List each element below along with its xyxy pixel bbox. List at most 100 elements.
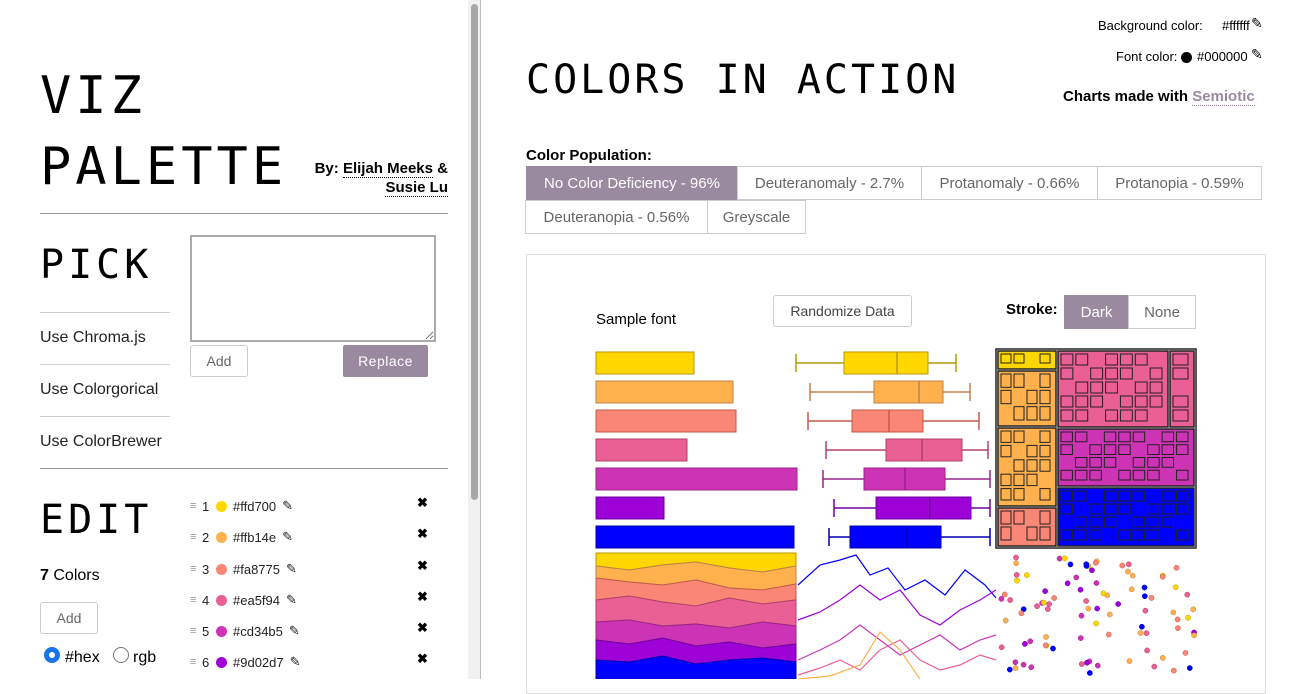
scatter-point <box>1190 606 1197 613</box>
scatter-point <box>1092 559 1099 566</box>
scatter-point <box>1129 572 1136 579</box>
scatter-point <box>1018 610 1025 617</box>
scatter-point <box>1042 588 1048 594</box>
scatter-point <box>998 644 1005 651</box>
scatter-point <box>1144 647 1150 654</box>
boxplot-box <box>875 496 972 520</box>
scatter-point <box>1067 561 1074 568</box>
scatter-point <box>1013 560 1020 567</box>
line-series <box>797 631 921 679</box>
scatter-point <box>1012 659 1019 666</box>
scatter-point <box>1191 632 1197 639</box>
scatter-point <box>1078 612 1085 619</box>
scatter-point <box>1115 601 1122 607</box>
bar <box>595 351 695 375</box>
scatter-point <box>1093 620 1099 627</box>
boxplot-box <box>851 409 924 433</box>
scatter-point <box>1044 606 1051 612</box>
scatter-point <box>1105 631 1112 638</box>
scatter-point <box>1077 586 1084 593</box>
treemap-cell <box>1057 350 1169 428</box>
bar <box>595 496 665 520</box>
scatter-point <box>1106 611 1113 618</box>
scatter-point <box>1042 642 1049 649</box>
scatter-point <box>1043 634 1049 640</box>
scatter-point <box>1064 580 1071 587</box>
scatter-point <box>1126 561 1132 568</box>
scatter-point <box>1013 554 1019 561</box>
scatter-point <box>1137 630 1144 636</box>
boxplot-box <box>885 438 963 462</box>
scatter-point <box>1148 595 1155 601</box>
scatter-point <box>1174 616 1181 623</box>
scatter-point <box>1142 607 1149 614</box>
scatter-point <box>1083 561 1090 568</box>
scatter-point <box>1050 645 1056 652</box>
scatter-point <box>1094 605 1101 612</box>
scatter-point <box>1028 664 1035 671</box>
scatter-point <box>1006 666 1013 673</box>
scatter-point <box>1170 667 1177 674</box>
scatter-point <box>1013 572 1020 578</box>
scatter-point <box>1184 591 1191 598</box>
scatter-point <box>1119 562 1126 569</box>
scatter-point <box>1125 568 1131 575</box>
bar <box>595 380 734 404</box>
scatter-point <box>1093 580 1100 586</box>
scatter-point <box>1073 574 1080 581</box>
scatter-point <box>1173 564 1180 571</box>
line-series <box>797 624 997 661</box>
scatter-point <box>1020 661 1027 668</box>
scatter-point <box>1001 591 1008 598</box>
scatter-point <box>1182 650 1189 656</box>
scatter-point <box>1175 625 1181 631</box>
scatter-point <box>1128 586 1135 593</box>
scatter-point <box>998 596 1005 602</box>
scatter-point <box>1089 567 1095 574</box>
line-series <box>797 639 997 676</box>
scatter-point <box>1078 661 1085 667</box>
scatter-point <box>1012 665 1019 671</box>
scatter-point <box>1186 665 1193 671</box>
scatter-point <box>1159 655 1166 661</box>
scatter-point <box>1034 603 1040 609</box>
scatter-point <box>1002 617 1009 624</box>
scatter-point <box>1087 670 1093 676</box>
scatter-point <box>1100 590 1107 597</box>
treemap-cell <box>1169 350 1195 428</box>
scatter-point <box>1040 599 1047 606</box>
scatter-point <box>1014 577 1020 584</box>
scatter-point <box>1084 659 1090 666</box>
scatter-point <box>1083 598 1089 604</box>
scatter-point <box>1151 663 1158 670</box>
scatter-point <box>1094 662 1101 669</box>
demo-charts <box>595 348 1197 679</box>
bar <box>595 409 737 433</box>
scatter-point <box>1139 623 1145 630</box>
scatter-point <box>1027 638 1034 645</box>
scatter-point <box>1141 584 1148 591</box>
scatter-point <box>1159 573 1166 580</box>
scatter-point <box>1061 555 1068 562</box>
line-series <box>797 584 997 626</box>
scatter-point <box>1085 605 1092 612</box>
scatter-point <box>1126 658 1133 664</box>
bar <box>595 438 688 462</box>
scatter-point <box>1046 601 1052 607</box>
scatter-point <box>1077 635 1084 641</box>
scatter-point <box>1143 630 1150 636</box>
boxplot-box <box>849 525 942 549</box>
bar <box>595 525 795 549</box>
scatter-point <box>1007 597 1013 603</box>
scatter-point <box>1172 584 1179 591</box>
scatter-point <box>1023 572 1030 578</box>
scatter-point <box>1022 641 1028 647</box>
boxplot-box <box>843 351 929 375</box>
scatter-point <box>1141 593 1148 600</box>
scatter-point <box>1051 595 1057 601</box>
bar <box>595 467 798 491</box>
scatter-point <box>1170 609 1177 616</box>
boxplot-box <box>873 380 944 404</box>
scatter-point <box>1185 614 1191 621</box>
scatter-point <box>1056 555 1063 562</box>
